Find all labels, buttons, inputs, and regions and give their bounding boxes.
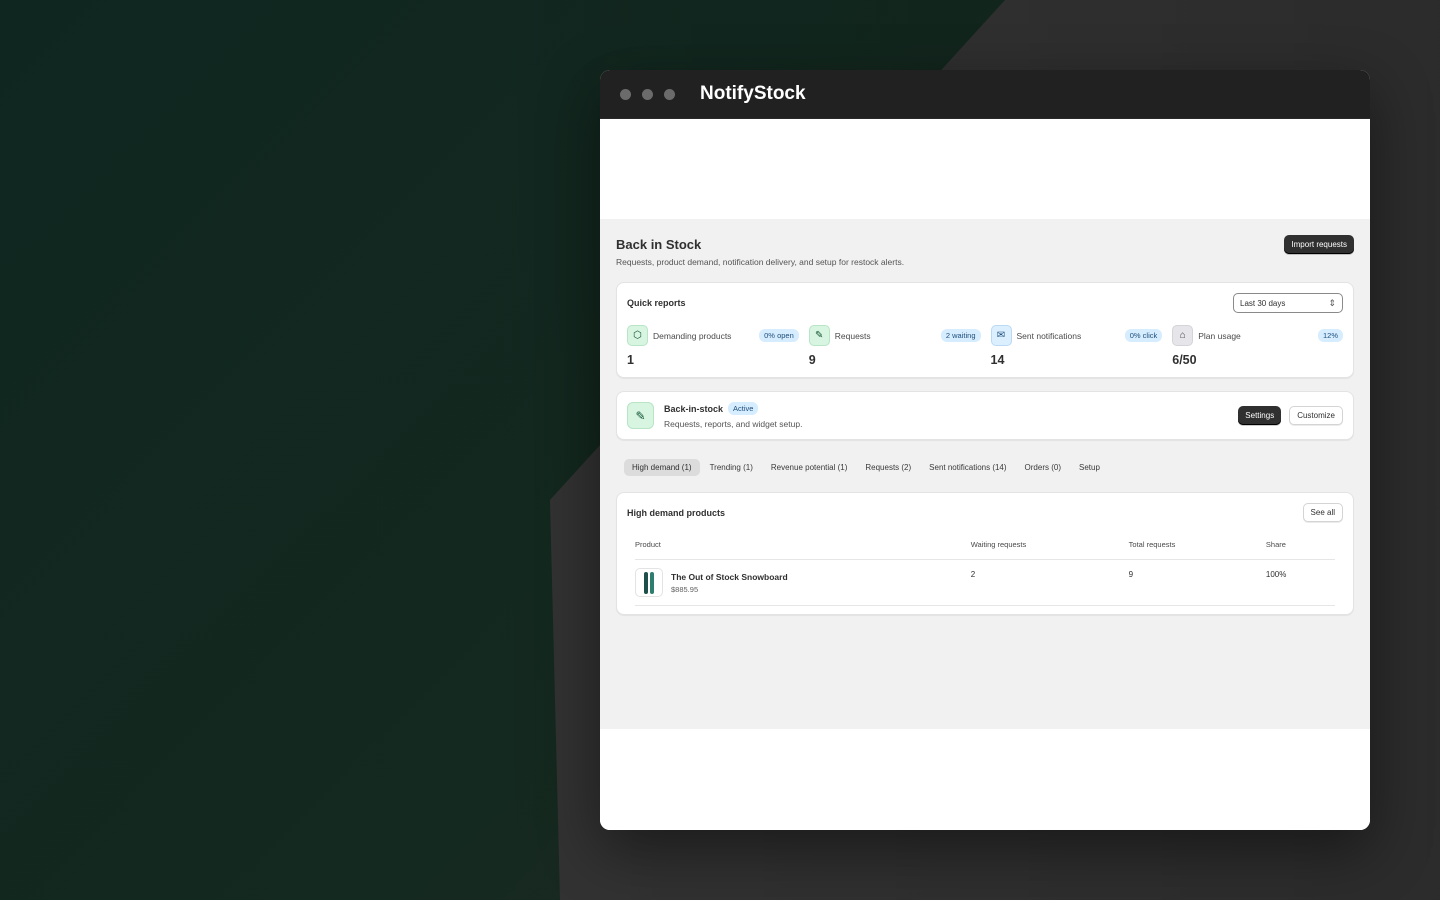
stat-value: 1 xyxy=(627,353,634,367)
snowboard-icon xyxy=(644,571,648,594)
tab-sent-notifications[interactable]: Sent notifications (14) xyxy=(921,459,1014,476)
stat-label: Plan usage xyxy=(1198,330,1241,341)
main-content: Back in Stock Requests, product demand, … xyxy=(600,219,1370,729)
column-header[interactable]: Waiting requests xyxy=(971,540,1129,549)
waiting-requests-cell: 2 xyxy=(970,570,976,579)
stat-sent-notifications[interactable]: ✉ Sent notifications 0% click 14 xyxy=(990,325,1173,367)
app-title: NotifyStock xyxy=(700,83,806,104)
date-range-value: Last 30 days xyxy=(1240,298,1286,308)
high-demand-table: Product Waiting requests Total requests … xyxy=(627,540,1343,606)
see-all-button[interactable]: See all xyxy=(1302,503,1343,522)
stat-demanding-products[interactable]: ⬡ Demanding products 0% open 1 xyxy=(627,325,809,367)
table-header: Product Waiting requests Total requests … xyxy=(635,540,1335,560)
back-in-stock-card: ✎ Back-in-stock Active Requests, reports… xyxy=(616,391,1354,440)
select-chevron-icon: ⇕ xyxy=(1328,297,1336,308)
bank-icon: ⌂ xyxy=(1172,325,1194,346)
tab-requests[interactable]: Requests (2) xyxy=(857,459,919,476)
tab-revenue-potential[interactable]: Revenue potential (1) xyxy=(763,459,856,476)
tab-orders[interactable]: Orders (0) xyxy=(1017,459,1069,476)
product-thumbnail xyxy=(635,568,663,597)
total-requests-cell: 9 xyxy=(1128,570,1134,579)
app-window: NotifyStock Back in Stock Requests, prod… xyxy=(600,70,1370,830)
column-header[interactable]: Product xyxy=(635,540,971,549)
stat-value: 9 xyxy=(808,353,816,367)
stat-value: 14 xyxy=(990,353,1005,367)
page-subtitle: Requests, product demand, notification d… xyxy=(616,257,905,267)
customize-button[interactable]: Customize xyxy=(1289,406,1343,425)
report-tabs: High demand (1) Trending (1) Revenue pot… xyxy=(616,459,1354,476)
bell-icon: ✎ xyxy=(627,402,654,429)
back-in-stock-title: Back-in-stock xyxy=(664,403,724,414)
mail-icon: ✉ xyxy=(990,325,1012,346)
snowboard-icon xyxy=(650,571,654,594)
product-name[interactable]: The Out of Stock Snowboard xyxy=(671,572,788,582)
header-spacer xyxy=(600,119,1370,219)
tab-setup[interactable]: Setup xyxy=(1071,459,1108,476)
product-price: $885.95 xyxy=(671,584,699,594)
share-cell: 100% xyxy=(1265,570,1287,579)
column-header[interactable]: Share xyxy=(1266,540,1335,549)
column-header[interactable]: Total requests xyxy=(1129,540,1266,549)
stat-badge: 2 waiting xyxy=(940,329,981,342)
stat-label: Demanding products xyxy=(653,330,732,341)
window-minimize-dot[interactable] xyxy=(642,88,653,100)
footer-spacer xyxy=(600,729,1370,830)
quick-reports-card: Quick reports Last 30 days ⇕ ⬡ Demanding… xyxy=(616,282,1354,378)
import-requests-button[interactable]: Import requests xyxy=(1284,235,1354,254)
settings-button[interactable]: Settings xyxy=(1238,406,1282,425)
page-title: Back in Stock xyxy=(616,237,702,252)
date-range-select[interactable]: Last 30 days ⇕ xyxy=(1233,293,1343,313)
stat-label: Sent notifications xyxy=(1016,330,1082,341)
back-in-stock-subtitle: Requests, reports, and widget setup. xyxy=(664,419,803,429)
high-demand-card: High demand products See all Product Wai… xyxy=(616,492,1354,615)
window-maximize-dot[interactable] xyxy=(664,88,675,100)
stat-requests[interactable]: ✎ Requests 2 waiting 9 xyxy=(808,325,991,367)
page-header: Back in Stock Requests, product demand, … xyxy=(616,235,1354,267)
status-badge: Active xyxy=(728,402,759,415)
stat-label: Requests xyxy=(834,330,871,341)
stat-value: 6/50 xyxy=(1172,353,1197,367)
tab-trending[interactable]: Trending (1) xyxy=(702,459,761,476)
bell-icon: ✎ xyxy=(808,325,830,346)
stat-plan-usage[interactable]: ⌂ Plan usage 12% 6/50 xyxy=(1172,325,1343,367)
title-bar: NotifyStock xyxy=(600,70,1370,119)
cube-icon: ⬡ xyxy=(627,325,648,346)
tab-high-demand[interactable]: High demand (1) xyxy=(624,459,700,476)
stat-badge: 0% click xyxy=(1124,329,1163,342)
high-demand-title: High demand products xyxy=(627,507,726,518)
quick-reports-title: Quick reports xyxy=(627,298,686,308)
window-close-dot[interactable] xyxy=(620,88,631,100)
table-row[interactable]: The Out of Stock Snowboard $885.95 2 9 1… xyxy=(635,560,1335,606)
stat-badge: 0% open xyxy=(759,329,799,342)
stat-badge: 12% xyxy=(1317,329,1343,342)
